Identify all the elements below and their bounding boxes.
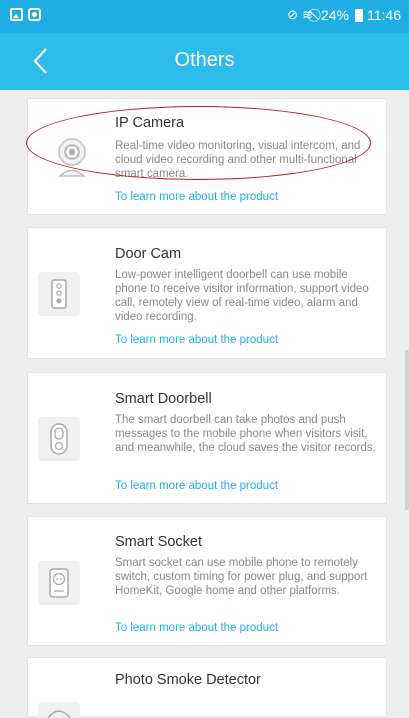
mute-icon: ⊘ bbox=[287, 7, 299, 22]
product-description: Smart socket can use mobile phone to rem… bbox=[115, 557, 368, 597]
smart-doorbell-icon bbox=[50, 423, 68, 455]
wifi-icon: ≋ bbox=[302, 7, 313, 22]
smart-socket-thumb bbox=[38, 561, 80, 605]
product-title: Photo Smoke Detector bbox=[115, 672, 261, 688]
product-title: Smart Doorbell bbox=[115, 391, 212, 407]
learn-more-link[interactable]: To learn more about the product bbox=[115, 191, 278, 203]
battery-icon bbox=[355, 8, 363, 22]
smoke-detector-thumb bbox=[38, 702, 80, 718]
scrollbar[interactable] bbox=[405, 350, 409, 510]
learn-more-link[interactable]: To learn more about the product bbox=[115, 480, 278, 492]
product-card-smart-doorbell[interactable]: Smart Doorbell The smart doorbell can ta… bbox=[27, 372, 387, 504]
smart-doorbell-thumb bbox=[38, 417, 80, 461]
status-right: ⊘ ≋ ⃠ 24% 11:46 bbox=[287, 7, 401, 23]
page-title: Others bbox=[174, 49, 235, 71]
highlight-oval bbox=[26, 106, 371, 180]
learn-more-link[interactable]: To learn more about the product bbox=[115, 622, 278, 634]
record-icon bbox=[28, 8, 41, 21]
product-card-smoke-detector[interactable]: Photo Smoke Detector bbox=[27, 657, 387, 718]
product-title: Smart Socket bbox=[115, 534, 203, 550]
smart-socket-icon bbox=[49, 568, 69, 598]
status-left-icons bbox=[10, 8, 41, 21]
product-title: Door Cam bbox=[115, 246, 182, 262]
battery-percent: 24% bbox=[320, 7, 349, 23]
product-description: The smart doorbell can take photos and p… bbox=[115, 414, 376, 454]
learn-more-link[interactable]: To learn more about the product bbox=[115, 334, 278, 346]
image-icon bbox=[10, 8, 23, 21]
product-card-door-cam[interactable]: Door Cam Low-power intelligent doorbell … bbox=[27, 227, 387, 359]
product-description: Low-power intelligent doorbell can use m… bbox=[115, 269, 369, 323]
status-time: 11:46 bbox=[367, 7, 401, 23]
status-bar: ⊘ ≋ ⃠ 24% 11:46 bbox=[0, 0, 409, 33]
product-card-smart-socket[interactable]: Smart Socket Smart socket can use mobile… bbox=[27, 516, 387, 646]
door-cam-thumb bbox=[38, 272, 80, 316]
door-cam-icon bbox=[51, 279, 67, 309]
smoke-detector-icon bbox=[47, 710, 71, 718]
app-header: Others bbox=[0, 33, 409, 90]
